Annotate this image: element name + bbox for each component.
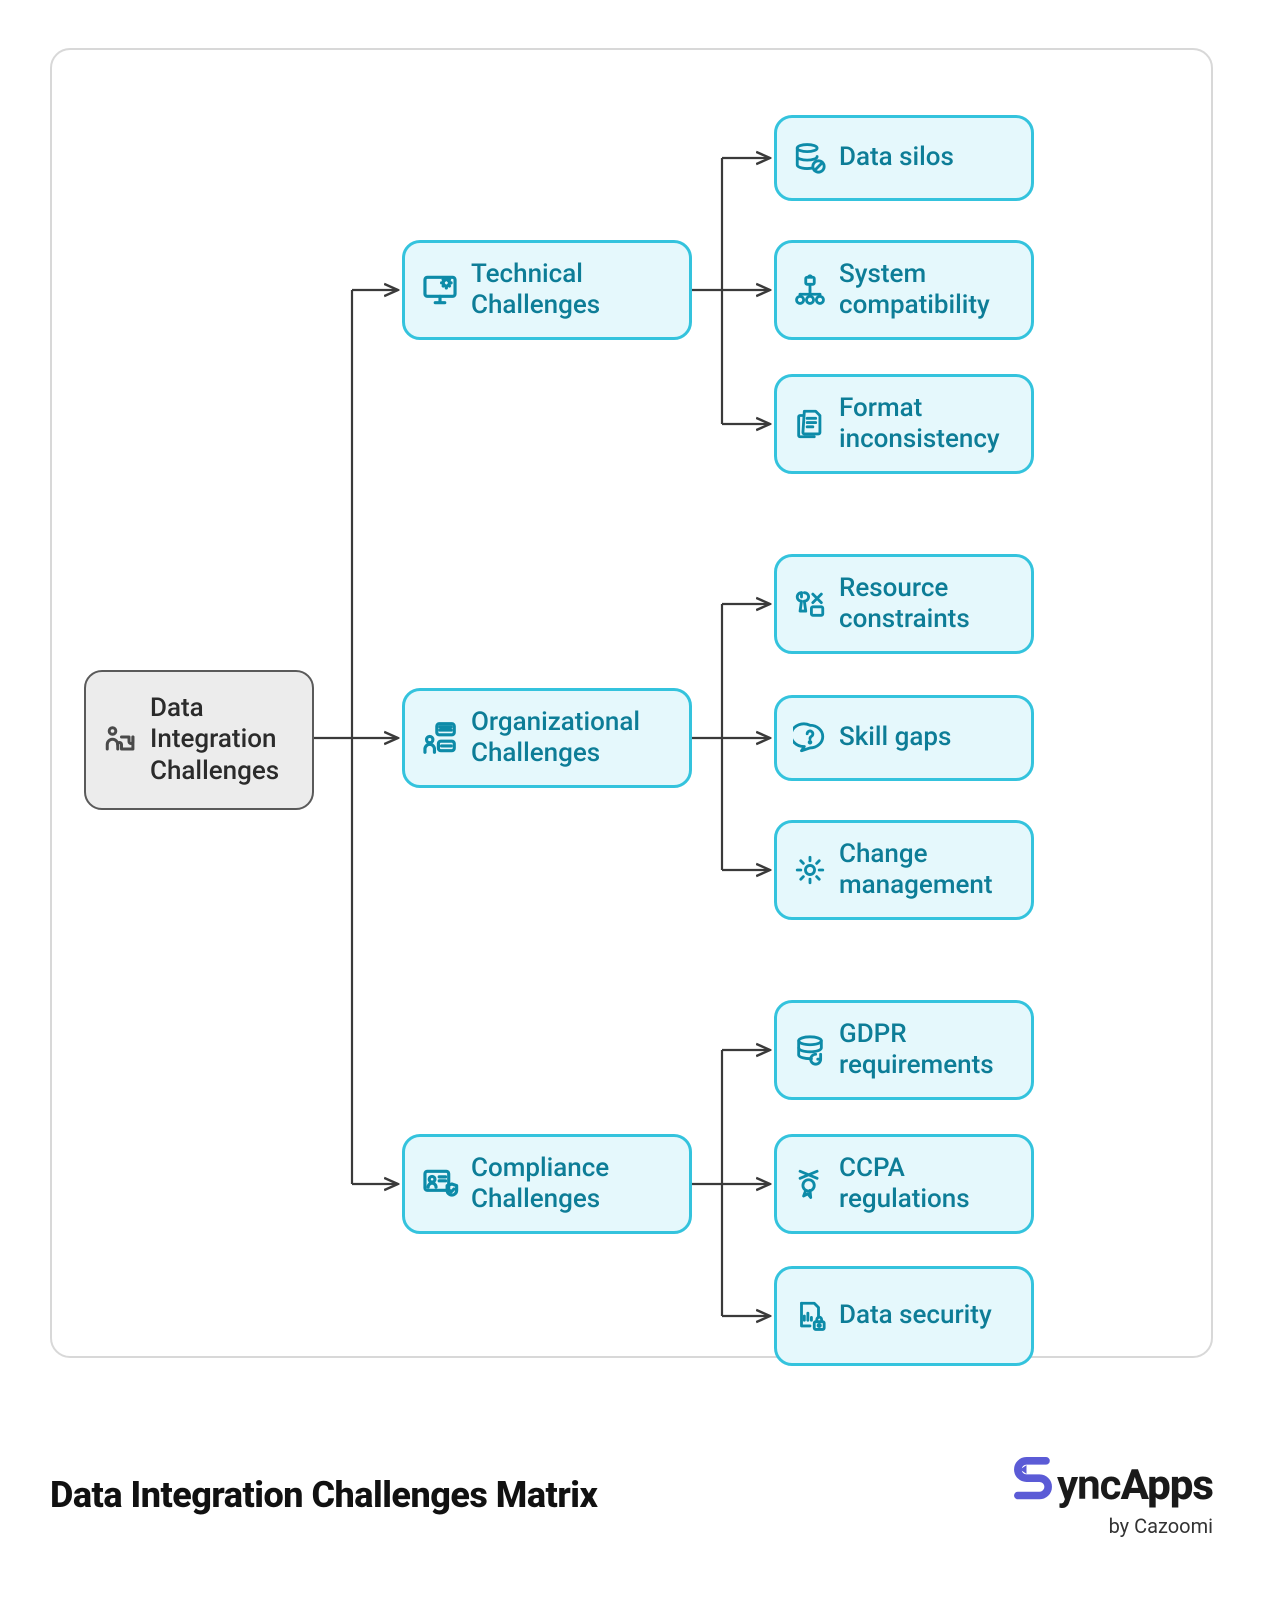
leaf-system-compat: System compatibility <box>774 240 1034 340</box>
gear-icon <box>793 853 827 887</box>
question-bubble-icon <box>793 721 827 755</box>
leaf-label: Skill gaps <box>839 722 1011 753</box>
leaf-label: CCPA regulations <box>839 1153 1011 1215</box>
cat-label: Compliance Challenges <box>471 1153 669 1215</box>
logo-text-apps: Apps <box>1121 1461 1213 1510</box>
database-sync-icon <box>793 1033 827 1067</box>
logo-byline: by Cazoomi <box>1109 1514 1213 1538</box>
leaf-label: Change management <box>839 839 1011 901</box>
root-node: Data Integration Challenges <box>84 670 314 810</box>
logo: ync Apps by Cazoomi <box>1007 1452 1213 1538</box>
team-chat-icon <box>421 719 459 757</box>
monitor-gear-icon <box>421 271 459 309</box>
footer: Data Integration Challenges Matrix ync A… <box>50 1440 1213 1550</box>
leaf-resource-constraints: Resource constraints <box>774 554 1034 654</box>
leaf-label: Data security <box>839 1300 1011 1331</box>
cat-organizational: Organizational Challenges <box>402 688 692 788</box>
diagram-frame: Data Integration Challenges Technical Ch… <box>50 48 1213 1358</box>
leaf-data-silos: Data silos <box>774 115 1034 201</box>
id-shield-icon <box>421 1165 459 1203</box>
leaf-ccpa: CCPA regulations <box>774 1134 1034 1234</box>
page-title: Data Integration Challenges Matrix <box>50 1474 597 1516</box>
cat-label: Technical Challenges <box>471 259 669 321</box>
logo-s-icon <box>1007 1450 1059 1516</box>
certificate-icon <box>793 1167 827 1201</box>
cat-label: Organizational Challenges <box>471 707 669 769</box>
leaf-label: GDPR requirements <box>839 1019 1011 1081</box>
leaf-data-security: Data security <box>774 1266 1034 1366</box>
root-label: Data Integration Challenges <box>150 693 292 787</box>
leaf-label: Data silos <box>839 142 1011 173</box>
logo-wordmark: ync Apps <box>1007 1452 1213 1518</box>
leaf-format-inconsistency: Format inconsistency <box>774 374 1034 474</box>
logo-text-sync: ync <box>1057 1461 1121 1510</box>
leaf-gdpr: GDPR requirements <box>774 1000 1034 1100</box>
documents-icon <box>793 407 827 441</box>
cat-compliance: Compliance Challenges <box>402 1134 692 1234</box>
database-blocked-icon <box>793 141 827 175</box>
cat-technical: Technical Challenges <box>402 240 692 340</box>
leaf-label: Resource constraints <box>839 573 1011 635</box>
data-lock-icon <box>793 1299 827 1333</box>
leaf-label: System compatibility <box>839 259 1011 321</box>
network-lock-icon <box>793 273 827 307</box>
leaf-label: Format inconsistency <box>839 393 1011 455</box>
puzzle-person-icon <box>102 722 138 758</box>
tools-icon <box>793 587 827 621</box>
leaf-change-management: Change management <box>774 820 1034 920</box>
leaf-skill-gaps: Skill gaps <box>774 695 1034 781</box>
